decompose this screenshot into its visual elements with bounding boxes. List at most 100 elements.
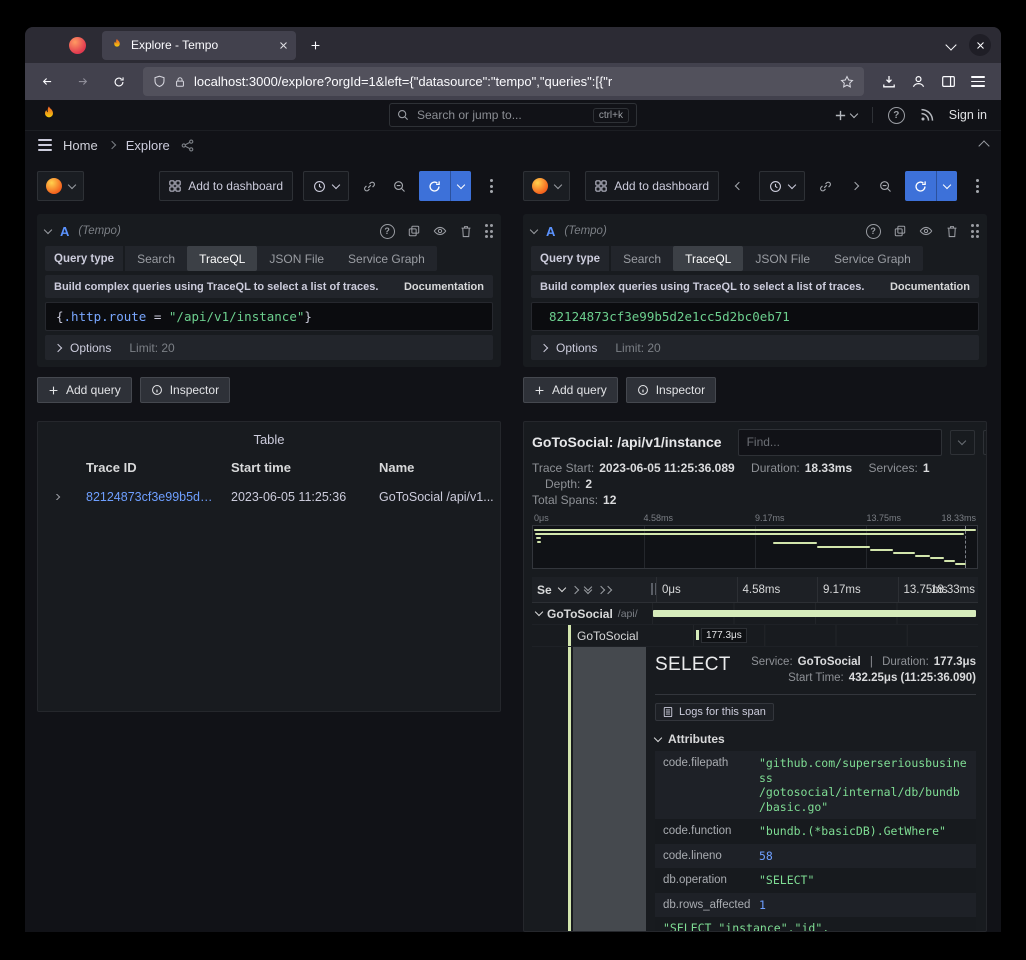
tab-json-file[interactable]: JSON File: [257, 246, 336, 271]
span-row-label[interactable]: GoToSocial: [532, 625, 693, 646]
search-input[interactable]: [415, 107, 587, 123]
span-duration-bar[interactable]: [696, 630, 699, 640]
shift-time-back-icon[interactable]: [729, 173, 749, 199]
site-security-icon[interactable]: [174, 76, 186, 88]
span-row-label[interactable]: GoToSocial /api/: [532, 603, 652, 624]
duplicate-query-icon[interactable]: [894, 225, 906, 237]
run-interval-caret[interactable]: [936, 171, 957, 201]
run-interval-caret[interactable]: [450, 171, 471, 201]
run-query-button[interactable]: [905, 171, 957, 201]
find-input[interactable]: [738, 429, 942, 456]
tab-service-graph[interactable]: Service Graph: [822, 246, 923, 271]
traceql-editor[interactable]: {.http.route = "/api/v1/instance"}: [45, 302, 493, 331]
row-expand-icon[interactable]: [52, 494, 60, 500]
column-trace-id[interactable]: Trace ID: [74, 460, 219, 475]
downloads-icon[interactable]: [882, 75, 896, 89]
sidebar-icon[interactable]: [941, 74, 956, 89]
trace-id-link[interactable]: 82124873cf3e99b5d2e1...: [74, 490, 219, 504]
collapse-header-icon[interactable]: [980, 138, 988, 153]
run-query-button[interactable]: [419, 171, 471, 201]
drag-handle-icon[interactable]: [485, 224, 493, 238]
span-collapse-icon[interactable]: [535, 608, 543, 616]
table-row[interactable]: 82124873cf3e99b5d2e1... 2023-06-05 11:25…: [38, 482, 500, 512]
query-help-icon[interactable]: ?: [866, 224, 881, 239]
query-help-icon[interactable]: ?: [380, 224, 395, 239]
minimap-viewport-handle[interactable]: [965, 526, 966, 568]
forward-button[interactable]: [71, 70, 95, 94]
documentation-link[interactable]: Documentation: [890, 281, 970, 293]
trace-minimap[interactable]: [532, 525, 978, 569]
tab-close-icon[interactable]: [279, 41, 288, 50]
reload-button[interactable]: [107, 70, 131, 94]
account-icon[interactable]: [911, 74, 926, 89]
add-to-dashboard-button[interactable]: Add to dashboard: [159, 171, 293, 201]
grafana-logo-icon[interactable]: [39, 105, 59, 125]
zoom-out-icon[interactable]: [389, 173, 409, 199]
tab-service-graph[interactable]: Service Graph: [336, 246, 437, 271]
tab-search[interactable]: Search: [125, 246, 187, 271]
url-bar[interactable]: localhost:3000/explore?orgId=1&left={"da…: [143, 67, 864, 96]
global-search[interactable]: ctrl+k: [389, 103, 637, 127]
tab-traceql[interactable]: TraceQL: [673, 246, 743, 271]
attributes-accordion[interactable]: Attributes: [655, 732, 976, 746]
sign-in-button[interactable]: Sign in: [949, 108, 987, 122]
find-prev-button[interactable]: [983, 430, 987, 455]
inspector-button[interactable]: Inspector: [140, 377, 230, 403]
tab-json-file[interactable]: JSON File: [743, 246, 822, 271]
tab-list-dropdown-icon[interactable]: [947, 36, 955, 54]
app-menu-icon[interactable]: [971, 76, 985, 87]
url-text[interactable]: localhost:3000/explore?orgId=1&left={"da…: [194, 74, 832, 89]
add-to-dashboard-button[interactable]: Add to dashboard: [585, 171, 719, 201]
add-query-button[interactable]: Add query: [523, 377, 618, 403]
column-name[interactable]: Name: [367, 460, 500, 475]
datasource-picker[interactable]: [37, 171, 84, 201]
datasource-picker[interactable]: [523, 171, 570, 201]
logs-for-span-button[interactable]: Logs for this span: [655, 703, 774, 721]
bookmark-star-icon[interactable]: [840, 75, 854, 89]
add-query-button[interactable]: Add query: [37, 377, 132, 403]
documentation-link[interactable]: Documentation: [404, 281, 484, 293]
duplicate-query-icon[interactable]: [408, 225, 420, 237]
tab-search[interactable]: Search: [611, 246, 673, 271]
options-row[interactable]: Options Limit: 20: [531, 335, 979, 360]
find-next-button[interactable]: [950, 430, 975, 455]
back-button[interactable]: [35, 70, 59, 94]
link-icon[interactable]: [815, 173, 835, 199]
collapse-query-icon[interactable]: [44, 225, 52, 233]
link-icon[interactable]: [359, 173, 379, 199]
column-start-time[interactable]: Start time: [219, 460, 367, 475]
disable-query-icon[interactable]: [433, 224, 447, 238]
breadcrumb-home[interactable]: Home: [63, 138, 98, 153]
tracking-shield-icon[interactable]: [153, 75, 166, 88]
help-icon[interactable]: ?: [888, 107, 905, 124]
zoom-out-icon[interactable]: [875, 173, 895, 199]
time-range-picker[interactable]: [759, 171, 805, 201]
news-rss-icon[interactable]: [920, 108, 934, 122]
inspector-button[interactable]: Inspector: [626, 377, 716, 403]
new-tab-button[interactable]: [302, 32, 328, 58]
options-row[interactable]: Options Limit: 20: [45, 335, 493, 360]
pane-kebab-menu[interactable]: [967, 173, 987, 199]
mega-menu-icon[interactable]: [38, 139, 52, 150]
span-row-timeline[interactable]: 177.3μs: [693, 625, 978, 646]
span-duration-bar[interactable]: [653, 610, 976, 617]
window-close-button[interactable]: [969, 34, 991, 56]
disable-query-icon[interactable]: [919, 224, 933, 238]
delete-query-icon[interactable]: [460, 225, 472, 238]
expand-all-icon[interactable]: [598, 587, 611, 593]
collapse-all-icon[interactable]: [585, 587, 591, 593]
time-range-picker[interactable]: [303, 171, 349, 201]
profile-avatar-icon[interactable]: [69, 37, 86, 54]
share-icon[interactable]: [181, 139, 194, 152]
drag-handle-icon[interactable]: [971, 224, 979, 238]
span-row-child-selected[interactable]: GoToSocial 177.3μs: [532, 625, 978, 647]
new-menu-button[interactable]: [834, 109, 857, 122]
span-row-root[interactable]: GoToSocial /api/: [532, 603, 978, 625]
shift-time-forward-icon[interactable]: [845, 173, 865, 199]
traceql-editor[interactable]: 82124873cf3e99b5d2e1cc5d2bc0eb71: [531, 302, 979, 331]
pane-kebab-menu[interactable]: [481, 173, 501, 199]
tab-traceql[interactable]: TraceQL: [187, 246, 257, 271]
collapse-query-icon[interactable]: [530, 225, 538, 233]
service-operation-column-header[interactable]: Se: [532, 577, 656, 602]
span-row-timeline[interactable]: [652, 603, 978, 624]
